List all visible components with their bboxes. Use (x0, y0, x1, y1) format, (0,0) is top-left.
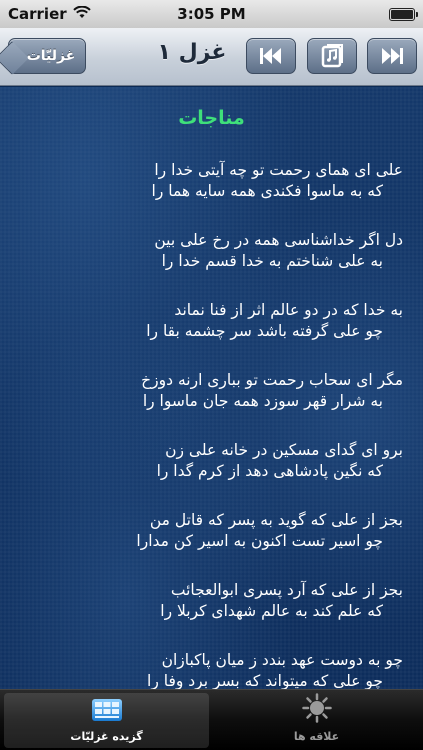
couplet-line-2: که علم کند به عالم شهدای کربلا را (160, 602, 383, 620)
couplet-line-2: به علی شناختم به خدا قسم خدا را (161, 252, 383, 270)
tab-label-favorites: علاقه ها (293, 730, 340, 743)
couplet: بجز از علی که آرد پسری ابوالعجائب که علم… (13, 580, 403, 650)
couplet-line-2: چو علی که میتواند که بسر برد وفا را (147, 672, 383, 689)
sun-icon (301, 693, 332, 727)
back-arrow-icon (0, 41, 29, 75)
skip-forward-icon (379, 46, 405, 66)
next-poem-button[interactable] (367, 38, 417, 74)
battery-level (391, 9, 413, 19)
previous-poem-button[interactable] (246, 38, 296, 74)
couplet: مگر ای سحاب رحمت تو بباری ارنه دوزخ به ش… (13, 370, 403, 440)
status-left: Carrier (8, 5, 91, 23)
couplet-line-2: چو علی گرفته باشد سر چشمه بقا را (146, 322, 383, 340)
couplet: دل اگر خداشناسی همه در رخ علی بین به علی… (13, 230, 403, 300)
tab-favorites[interactable]: علاقه ها (214, 693, 419, 748)
back-button[interactable]: غزلیّات (0, 38, 86, 75)
couplet-line-2: به شرار قهر سوزد همه جان ماسوا را (142, 392, 383, 410)
tab-bar: گزیده غزلیّات علاقه ها (0, 689, 423, 750)
couplet: بجز از علی که گوید به پسر که قاتل من چو … (13, 510, 403, 580)
wifi-icon (72, 5, 91, 23)
skip-back-icon (258, 46, 284, 66)
music-book-icon (320, 44, 344, 68)
tab-label-selected-ghazals: گزیده غزلیّات (70, 730, 143, 743)
couplet-line-1: علی ای همای رحمت تو چه آیتی خدا را (154, 161, 403, 179)
status-bar: Carrier 3:05 PM (0, 0, 423, 28)
couplet-line-2: چو اسیر تست اکنون به اسیر کن مدارا (136, 532, 383, 550)
couplet: به خدا که در دو عالم اثر از فنا نماند چو… (13, 300, 403, 370)
couplet: چو به دوست عهد بندد ز میان پاکبازان چو ع… (13, 650, 403, 689)
couplet-line-1: برو ای گدای مسکین در خانه علی زن (165, 441, 403, 459)
couplet: برو ای گدای مسکین در خانه علی زن که نگین… (13, 440, 403, 510)
couplet-line-1: مگر ای سحاب رحمت تو بباری ارنه دوزخ (141, 371, 403, 389)
carrier-label: Carrier (8, 5, 67, 23)
couplet-line-2: که نگین پادشاهی دهد از کرم گدا را (156, 462, 383, 480)
tab-selected-ghazals[interactable]: گزیده غزلیّات (4, 693, 209, 748)
couplet-line-1: چو به دوست عهد بندد ز میان پاکبازان (161, 651, 403, 669)
page-title: غزل ۱ (157, 40, 227, 65)
poem-content[interactable]: مناجات علی ای همای رحمت تو چه آیتی خدا ر… (0, 87, 423, 689)
book-grid-icon (90, 697, 124, 727)
couplet-line-1: بجز از علی که گوید به پسر که قاتل من (149, 511, 403, 529)
couplet-line-1: به خدا که در دو عالم اثر از فنا نماند (174, 301, 403, 319)
couplet-line-2: که به ماسوا فکندی همه سایه هما را (151, 182, 383, 200)
back-button-label: غزلیّات (26, 48, 76, 64)
battery-icon (389, 7, 418, 21)
poem-title: مناجات (178, 107, 245, 129)
music-button[interactable] (307, 38, 357, 74)
couplet: علی ای همای رحمت تو چه آیتی خدا را که به… (13, 160, 403, 230)
navigation-bar: غزلیّات غزل ۱ (0, 28, 423, 86)
couplet-line-1: بجز از علی که آرد پسری ابوالعجائب (170, 581, 403, 599)
couplet-list: علی ای همای رحمت تو چه آیتی خدا را که به… (13, 160, 403, 689)
couplet-line-1: دل اگر خداشناسی همه در رخ علی بین (154, 231, 403, 249)
